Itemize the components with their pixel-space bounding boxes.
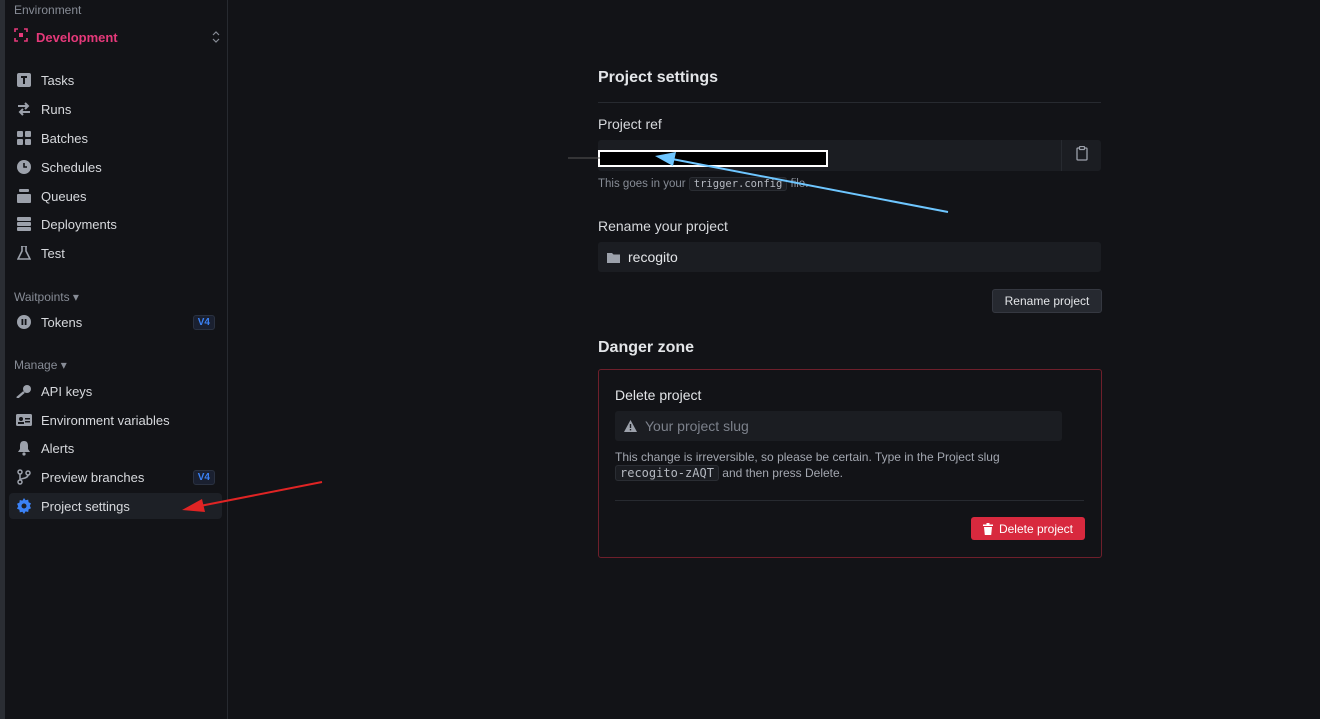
runs-icon xyxy=(16,101,32,117)
sidebar-item-label: Runs xyxy=(41,101,72,117)
sidebar-item-deployments[interactable]: Deployments xyxy=(9,211,222,237)
id-card-icon xyxy=(16,412,32,428)
waitpoints-section-label[interactable]: Waitpoints ▾ xyxy=(14,290,79,304)
sidebar: Environment Development Tasks Runs Batch… xyxy=(5,0,228,719)
branch-icon xyxy=(16,469,32,485)
batches-icon xyxy=(16,130,32,146)
sidebar-item-alerts[interactable]: Alerts xyxy=(9,435,222,461)
environment-label: Environment xyxy=(14,3,82,17)
project-slug-field[interactable] xyxy=(615,411,1062,441)
sidebar-item-batches[interactable]: Batches xyxy=(9,125,222,151)
sidebar-item-label: Test xyxy=(41,245,65,261)
rename-project-button[interactable]: Rename project xyxy=(992,289,1102,313)
config-file-code: trigger.config xyxy=(688,177,788,191)
server-stack-icon xyxy=(16,216,32,232)
queues-icon xyxy=(16,188,32,204)
sidebar-item-label: Project settings xyxy=(41,498,130,514)
bell-icon xyxy=(16,440,32,456)
project-name-value: recogito xyxy=(628,249,678,265)
sidebar-item-label: Preview branches xyxy=(41,469,145,485)
key-icon xyxy=(16,383,32,399)
sidebar-item-project-settings[interactable]: Project settings xyxy=(9,493,222,519)
project-slug-code: recogito-zAQT xyxy=(615,465,719,481)
sidebar-item-tokens[interactable]: Tokens V4 xyxy=(9,309,222,335)
sidebar-item-api-keys[interactable]: API keys xyxy=(9,378,222,404)
sidebar-item-label: Alerts xyxy=(41,440,75,456)
delete-project-button-label: Delete project xyxy=(998,521,1074,536)
warning-icon xyxy=(624,420,637,432)
delete-project-label: Delete project xyxy=(615,387,702,403)
sidebar-item-queues[interactable]: Queues xyxy=(9,183,222,209)
project-name-input[interactable]: recogito xyxy=(598,242,1101,272)
project-ref-value-redacted xyxy=(598,150,828,167)
project-slug-input[interactable] xyxy=(643,417,1047,435)
flask-icon xyxy=(16,245,32,261)
sidebar-item-preview-branches[interactable]: Preview branches V4 xyxy=(9,464,222,490)
tasks-icon xyxy=(16,72,32,88)
trash-icon xyxy=(982,522,993,535)
main-content: Project settings Project ref This goes i… xyxy=(228,0,1320,719)
clipboard-icon xyxy=(1075,145,1088,166)
project-ref-label: Project ref xyxy=(598,116,662,132)
sidebar-item-label: Batches xyxy=(41,130,88,146)
delete-project-button[interactable]: Delete project xyxy=(971,517,1085,540)
sidebar-item-label: Tasks xyxy=(41,72,75,88)
clock-icon xyxy=(16,159,32,175)
title-divider xyxy=(598,102,1101,103)
pause-circle-icon xyxy=(16,314,32,330)
sidebar-item-tasks[interactable]: Tasks xyxy=(9,67,222,93)
v4-badge: V4 xyxy=(192,314,215,330)
rename-label: Rename your project xyxy=(598,218,728,234)
v4-badge: V4 xyxy=(192,469,215,485)
danger-divider xyxy=(615,500,1084,501)
sidebar-item-label: Tokens xyxy=(41,314,83,330)
danger-warning-text: This change is irreversible, so please b… xyxy=(615,450,1000,481)
project-ref-hint: This goes in your trigger.config file. xyxy=(598,177,809,191)
danger-zone-panel: Delete project This change is irreversib… xyxy=(598,369,1102,558)
manage-section-label[interactable]: Manage ▾ xyxy=(14,358,67,372)
sidebar-item-test[interactable]: Test xyxy=(9,240,222,266)
sidebar-item-label: Deployments xyxy=(41,216,117,232)
environment-name: Development xyxy=(36,29,118,45)
folder-icon xyxy=(607,252,620,263)
page-title: Project settings xyxy=(598,69,719,86)
gear-icon xyxy=(16,498,32,514)
sidebar-item-label: Queues xyxy=(41,188,87,204)
environment-icon xyxy=(14,27,28,47)
sidebar-item-environment-variables[interactable]: Environment variables xyxy=(9,407,222,433)
project-ref-field[interactable] xyxy=(598,140,1101,171)
sidebar-item-label: Schedules xyxy=(41,159,102,175)
sidebar-item-schedules[interactable]: Schedules xyxy=(9,154,222,180)
sidebar-item-runs[interactable]: Runs xyxy=(9,96,222,122)
chevron-up-down-icon xyxy=(212,31,220,43)
copy-button[interactable] xyxy=(1061,140,1101,171)
environment-switcher[interactable]: Development xyxy=(14,27,220,47)
danger-zone-title: Danger zone xyxy=(598,339,695,356)
sidebar-item-label: API keys xyxy=(41,383,93,399)
sidebar-item-label: Environment variables xyxy=(41,412,170,428)
